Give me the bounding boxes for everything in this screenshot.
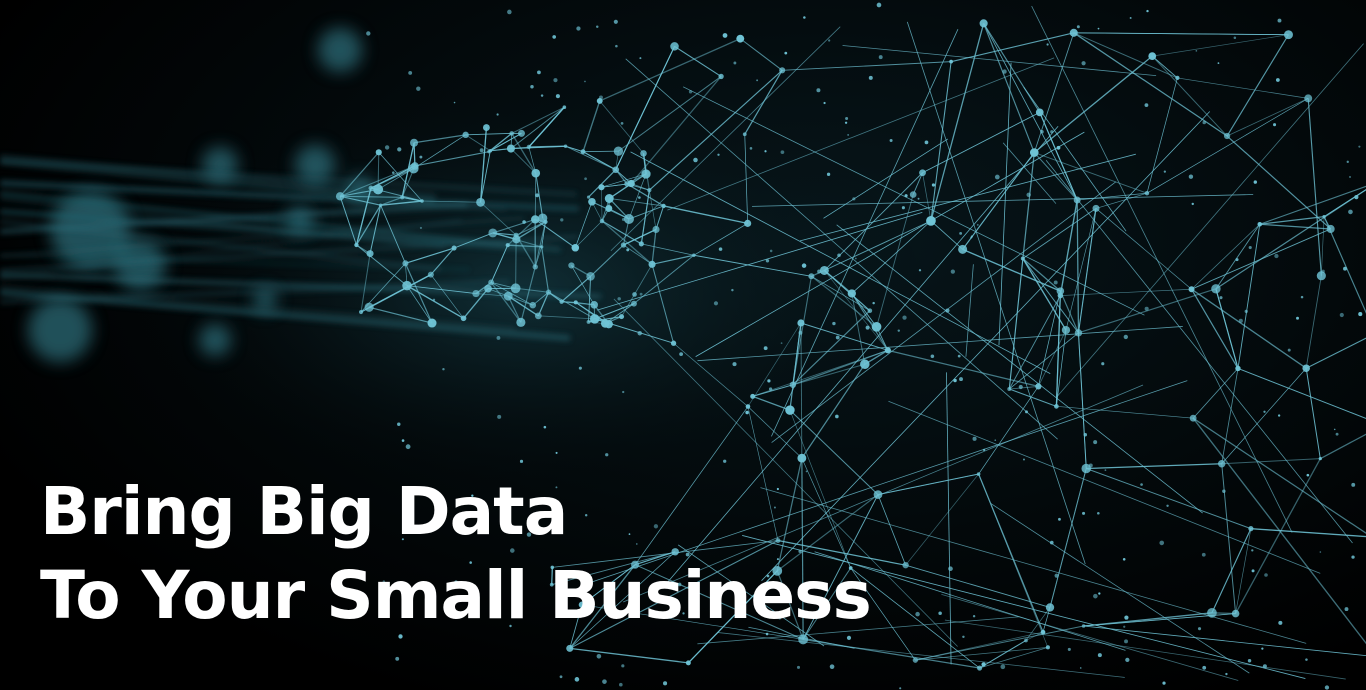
headline-line-1: Bring Big Data xyxy=(40,473,568,550)
headline: Bring Big Data To Your Small Business xyxy=(40,470,872,638)
headline-line-2: To Your Small Business xyxy=(40,557,872,634)
hero-banner: Bring Big Data To Your Small Business xyxy=(0,0,1366,690)
